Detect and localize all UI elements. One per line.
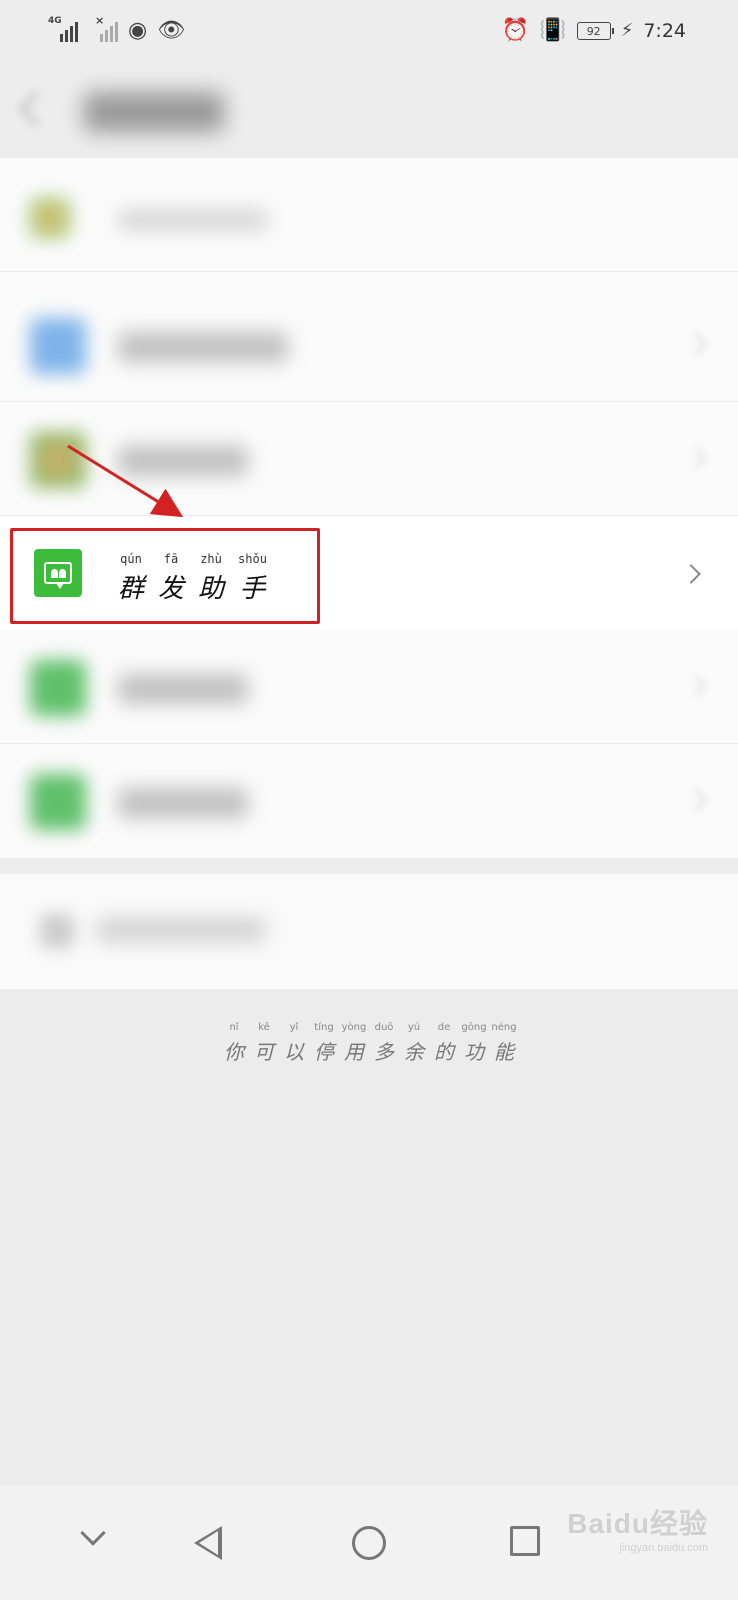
battery-icon: 92 (576, 22, 614, 40)
pinyin: duō (374, 1022, 394, 1033)
hanzi: 功 (464, 1040, 484, 1064)
hanzi: 的 (434, 1040, 454, 1064)
lower-list-item[interactable] (0, 874, 738, 989)
status-right: ⏰ 📳 92 ⚡ 7:24 (501, 18, 686, 43)
highlight-box (10, 528, 320, 624)
item-label-blurred (118, 674, 248, 704)
network-type-label: 4G (48, 16, 62, 26)
signal-4g-icon: 4G (48, 16, 84, 42)
page-title-blurred (84, 92, 224, 132)
hanzi: 以 (284, 1040, 304, 1064)
home-circle-icon[interactable] (352, 1526, 386, 1560)
list-item[interactable] (0, 288, 738, 402)
hanzi: 可 (254, 1040, 274, 1064)
hotspot-icon: ◉ (128, 18, 148, 43)
pinyin: néng (491, 1022, 517, 1033)
list-item[interactable] (0, 158, 738, 272)
pinyin: yòng (341, 1022, 367, 1033)
status-left: 4G × ◉ 👁 (48, 14, 186, 43)
pinyin: yú (407, 1022, 421, 1033)
settings-icon-blurred (40, 914, 74, 948)
app-icon-blurred (30, 198, 70, 238)
back-arrow-icon[interactable] (18, 90, 56, 128)
watermark-sub: jingyan.baidu.com (619, 1542, 708, 1554)
chevron-right-icon (684, 332, 708, 356)
hanzi: 停 (314, 1040, 334, 1064)
hanzi: 用 (344, 1040, 364, 1064)
app-icon-blurred (30, 774, 86, 830)
hanzi: 能 (494, 1040, 514, 1064)
pinyin: yǐ (289, 1022, 299, 1033)
item-label-blurred (118, 332, 288, 362)
signal-no-service-icon: × (94, 14, 118, 42)
list-item[interactable] (0, 630, 738, 744)
hanzi: 你 (224, 1040, 244, 1064)
pinyin: tíng (314, 1022, 334, 1033)
item-label-blurred (118, 210, 268, 230)
app-icon-blurred (30, 660, 86, 716)
baidu-watermark: Baidu经验 jingyan.baidu.com (567, 1502, 708, 1554)
chevron-right-icon (681, 564, 701, 584)
watermark-main: Baidu经验 (567, 1508, 708, 1539)
alarm-icon: ⏰ (501, 18, 530, 43)
chevron-right-icon (684, 788, 708, 812)
nav-header (0, 62, 738, 158)
item-label-blurred (96, 918, 266, 942)
charging-icon: ⚡ (620, 20, 634, 41)
status-bar: 4G × ◉ 👁 ⏰ 📳 92 ⚡ 7:24 (0, 0, 738, 62)
app-icon-blurred (30, 318, 86, 374)
disable-features-hint: nǐ 你 kě 可 yǐ 以 tíng 停 yòng 用 duō 多 yú 余 de 的 gōn… (222, 1022, 517, 1065)
list-item[interactable] (0, 744, 738, 858)
chevron-right-icon (684, 674, 708, 698)
hanzi: 多 (374, 1040, 394, 1064)
chevron-right-icon (684, 446, 708, 470)
pinyin: gōng (461, 1022, 487, 1033)
eye-comfort-icon: 👁 (157, 18, 186, 43)
pointer-arrow-icon (67, 444, 184, 518)
back-triangle-icon[interactable] (194, 1526, 222, 1560)
section-divider (0, 858, 738, 874)
system-nav-bar: Baidu经验 jingyan.baidu.com (0, 1486, 738, 1600)
clock: 7:24 (643, 20, 686, 42)
hanzi: 余 (404, 1040, 424, 1064)
pinyin: kě (258, 1022, 270, 1033)
item-label-blurred (118, 788, 248, 818)
pinyin: de (437, 1022, 451, 1033)
pinyin: nǐ (229, 1022, 239, 1033)
collapse-nav-icon[interactable] (80, 1520, 106, 1546)
recents-square-icon[interactable] (510, 1526, 540, 1556)
vibrate-icon: 📳 (539, 18, 567, 43)
battery-level: 92 (586, 24, 601, 38)
